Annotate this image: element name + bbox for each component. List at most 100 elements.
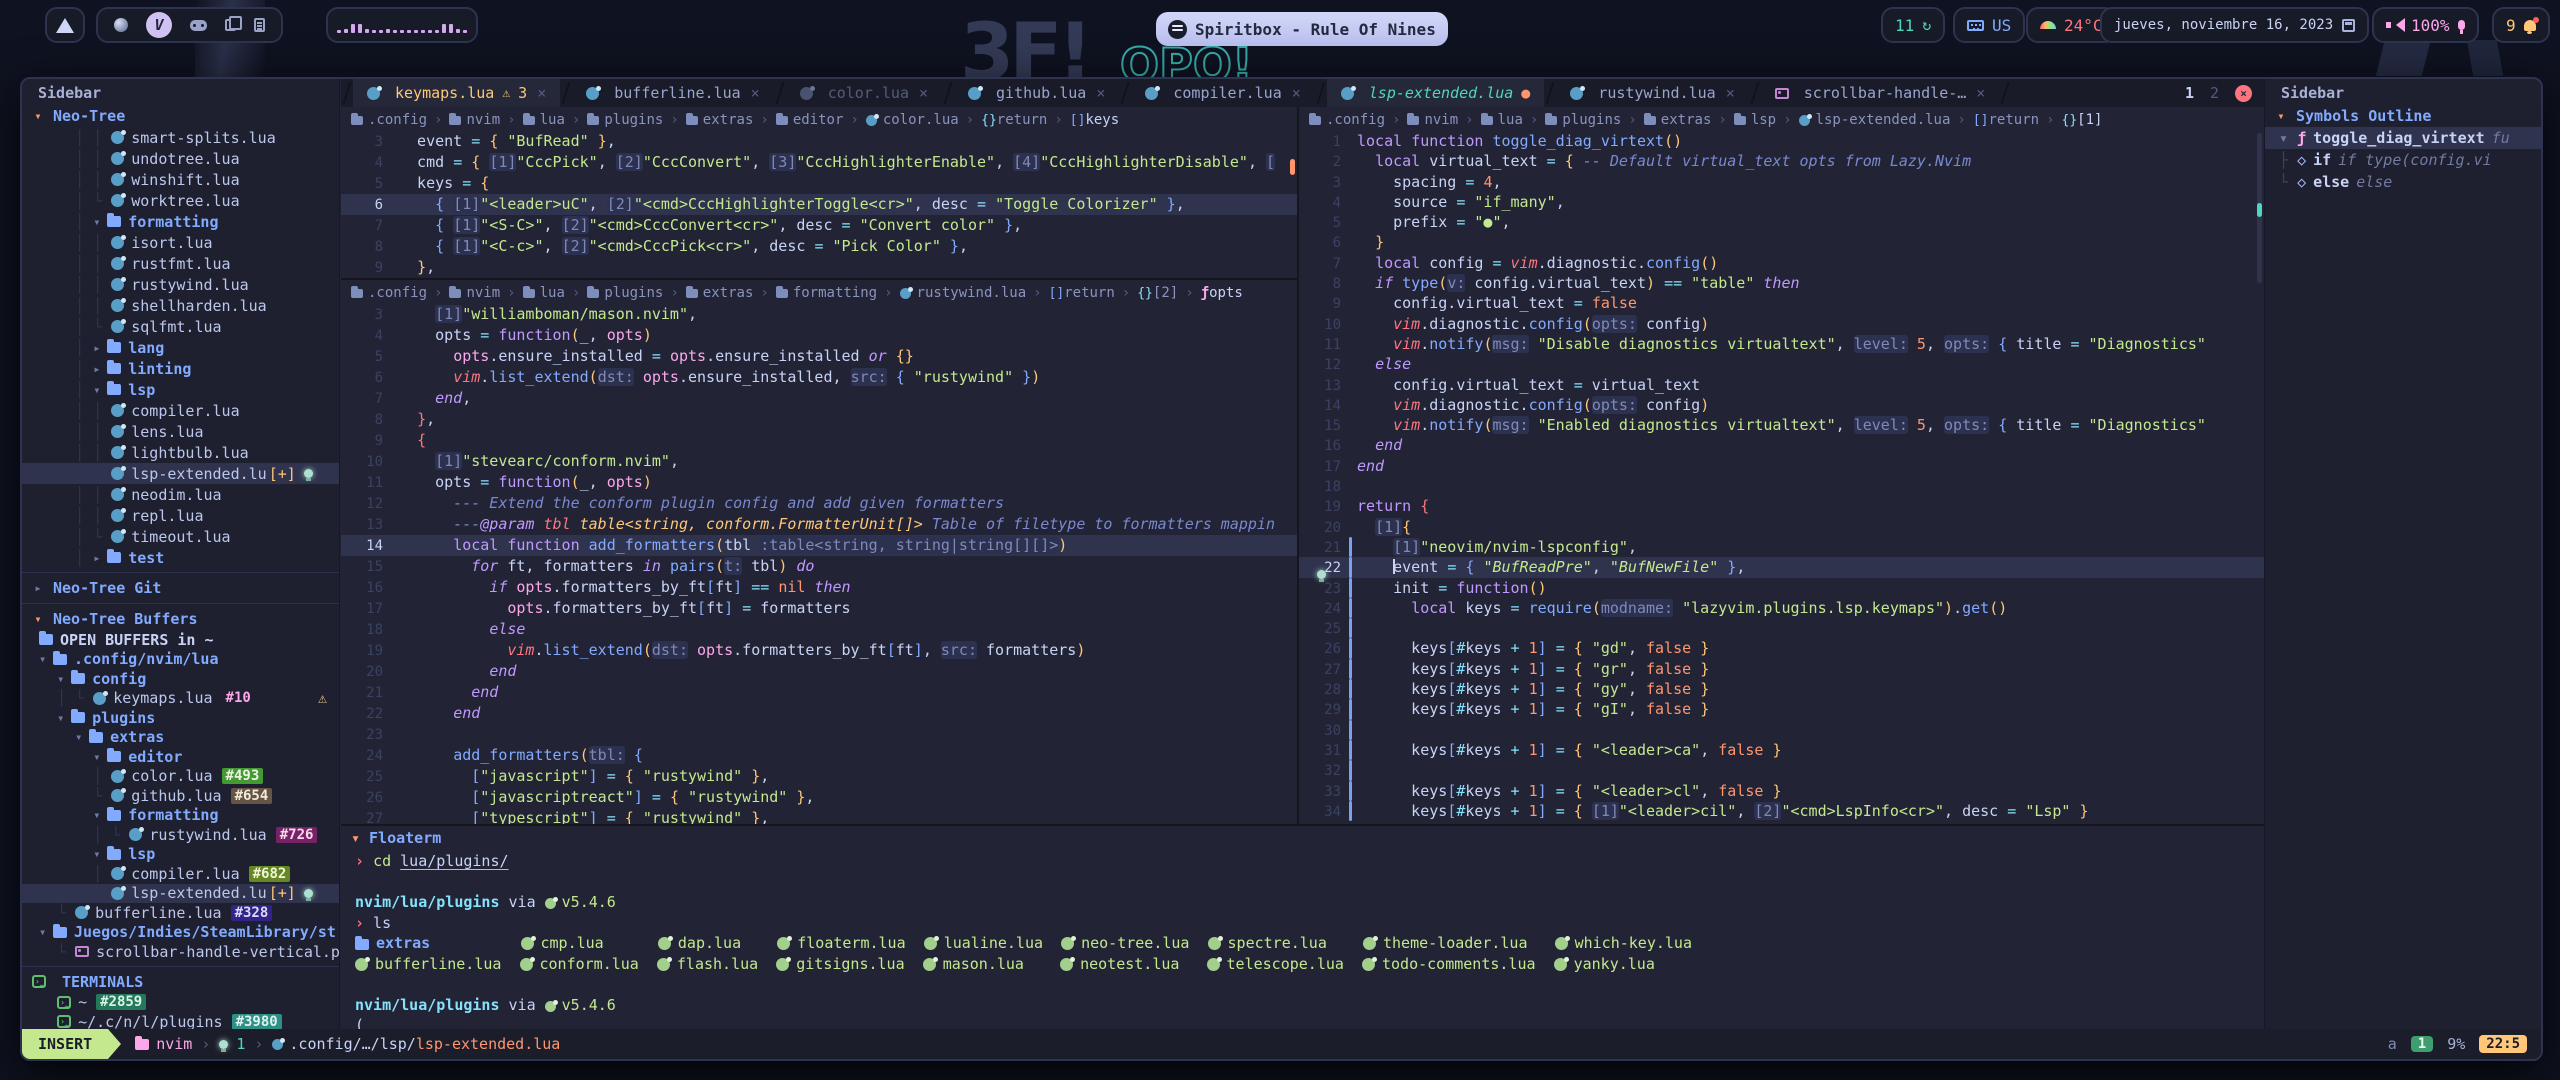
- section-header-neo-tree-buffers[interactable]: ▾Neo-Tree Buffers: [22, 608, 339, 630]
- breadcrumb-segment[interactable]: color.lua: [866, 112, 959, 128]
- code-line[interactable]: 21 [1]"neovim/nvim-lspconfig",: [1299, 537, 2264, 557]
- code-line[interactable]: 15 vim.notify(msg: "Enabled diagnostics …: [1299, 415, 2264, 435]
- tab-color-lua[interactable]: color.lua×: [786, 79, 942, 107]
- breadcrumb-segment[interactable]: .config: [351, 112, 427, 128]
- code-line[interactable]: 32: [1299, 760, 2264, 780]
- code-line[interactable]: 15 for ft, formatters in pairs(t: tbl) d…: [341, 556, 1297, 577]
- breadcrumb-segment[interactable]: nvim: [1407, 112, 1458, 128]
- symbol-item-else[interactable]: └ ◇elseelse: [2265, 171, 2541, 193]
- code-line[interactable]: 9 },: [341, 257, 1297, 278]
- code-line[interactable]: 19 vim.list_extend(dst: opts.formatters_…: [341, 640, 1297, 661]
- code-line[interactable]: 13 config.virtual_text = virtual_text: [1299, 375, 2264, 395]
- code-line[interactable]: 3 [1]"williamboman/mason.nvim",: [341, 304, 1297, 325]
- code-line[interactable]: 3 event = { "BufRead" },: [341, 131, 1297, 152]
- code-line[interactable]: 19return {: [1299, 496, 2264, 516]
- tree-dir-row[interactable]: ▾plugins: [22, 708, 339, 728]
- code-line[interactable]: 10 [1]"stevearc/conform.nvim",: [341, 451, 1297, 472]
- code-line[interactable]: 29 keys[#keys + 1] = { "gI", false }: [1299, 699, 2264, 719]
- tree-file-row[interactable]: │ └ rustywind.lua#726: [22, 825, 339, 845]
- tab-close-icon[interactable]: ×: [1096, 84, 1105, 102]
- code-line[interactable]: 20 end: [341, 661, 1297, 682]
- tree-file-row[interactable]: │ color.lua#493: [22, 767, 339, 787]
- breadcrumb-segment[interactable]: plugins: [587, 112, 663, 128]
- code-line[interactable]: 17end: [1299, 456, 2264, 476]
- keyboard-layout-widget[interactable]: US: [1953, 7, 2025, 43]
- tree-file-row[interactable]: │ │ lsp-extended.lu[+]: [22, 463, 339, 484]
- chevron-down-icon[interactable]: ▾: [351, 829, 360, 847]
- tree-file-row[interactable]: │ compiler.lua#682: [22, 864, 339, 884]
- tree-file-row[interactable]: │ └ timeout.lua: [22, 526, 339, 547]
- code-line[interactable]: 25 ["javascript"] = { "rustywind" },: [341, 766, 1297, 787]
- code-line[interactable]: 12 --- Extend the conform plugin config …: [341, 493, 1297, 514]
- breadcrumb-segment[interactable]: lua: [523, 285, 565, 301]
- breadcrumb-segment[interactable]: extras: [1644, 112, 1712, 128]
- code-line[interactable]: 6 }: [1299, 232, 2264, 252]
- code-line[interactable]: 20 [1]{: [1299, 517, 2264, 537]
- breadcrumb-segment[interactable]: rustywind.lua: [900, 285, 1027, 301]
- workspace-windows-icon[interactable]: [225, 19, 236, 31]
- workspace-vim-icon-active[interactable]: V: [146, 12, 172, 38]
- tree-file-row[interactable]: │ └ keymaps.lua#10⚠: [22, 689, 339, 709]
- code-line[interactable]: 23 init = function(): [1299, 578, 2264, 598]
- tree-file-row[interactable]: │ │ undotree.lua: [22, 148, 339, 169]
- code-line[interactable]: 28 keys[#keys + 1] = { "gy", false }: [1299, 679, 2264, 699]
- tree-file-row[interactable]: │ │ lightbulb.lua: [22, 442, 339, 463]
- code-line[interactable]: 8 },: [341, 409, 1297, 430]
- tree-file-row[interactable]: │ │ rustfmt.lua: [22, 253, 339, 274]
- code-line[interactable]: 34 keys[#keys + 1] = { [1]"<leader>cil",…: [1299, 801, 2264, 821]
- chevron-down-icon[interactable]: ▾: [2275, 109, 2287, 123]
- tab-close-icon[interactable]: ×: [1976, 84, 1985, 102]
- close-buffer-icon[interactable]: ×: [2235, 85, 2252, 102]
- tabpage-other[interactable]: 2: [2210, 84, 2219, 102]
- code-line[interactable]: 8 if type(v: config.virtual_text) == "ta…: [1299, 273, 2264, 293]
- symbol-item-if[interactable]: ├ ◇ifif type(config.vi: [2265, 149, 2541, 171]
- code-line[interactable]: 23: [341, 724, 1297, 745]
- section-header-neo-tree-git[interactable]: ▸Neo-Tree Git: [22, 577, 339, 599]
- code-line[interactable]: 2 local virtual_text = { -- Default virt…: [1299, 151, 2264, 171]
- code-line[interactable]: 5 keys = {: [341, 173, 1297, 194]
- code-line[interactable]: 3 spacing = 4,: [1299, 172, 2264, 192]
- code-line[interactable]: 13 ---@param tbl table<string, conform.F…: [341, 514, 1297, 535]
- code-line[interactable]: 18: [1299, 476, 2264, 496]
- tree-dir-row[interactable]: │ ▸lang: [22, 337, 339, 358]
- code-line[interactable]: 1local function toggle_diag_virtext(): [1299, 131, 2264, 151]
- symbol-item-toggle_diag_virtext[interactable]: ▾ ƒtoggle_diag_virtextfu: [2265, 127, 2541, 149]
- tree-dir-row[interactable]: │ ▾formatting: [22, 211, 339, 232]
- code-line[interactable]: 4 source = "if_many",: [1299, 192, 2264, 212]
- section-header-terminals[interactable]: TERMINALS: [22, 971, 339, 993]
- breadcrumb-segment[interactable]: plugins: [1545, 112, 1621, 128]
- breadcrumb-segment[interactable]: extras: [686, 285, 754, 301]
- breadcrumb-segment[interactable]: lsp-extended.lua: [1799, 112, 1951, 128]
- code-line[interactable]: 21 end: [341, 682, 1297, 703]
- tree-file-row[interactable]: │ │ repl.lua: [22, 505, 339, 526]
- tree-dir-row[interactable]: ▾extras: [22, 728, 339, 748]
- breadcrumb-segment[interactable]: lsp: [1734, 112, 1776, 128]
- breadcrumb-segment[interactable]: lua: [1481, 112, 1523, 128]
- terminal-output[interactable]: › cd lua/plugins/nvim/lua/plugins via v5…: [341, 850, 2264, 1037]
- code-line[interactable]: 11 vim.notify(msg: "Disable diagnostics …: [1299, 334, 2264, 354]
- code-line[interactable]: 16 end: [1299, 435, 2264, 455]
- tree-file-row[interactable]: │ └ worktree.lua: [22, 190, 339, 211]
- workspace-browser-icon[interactable]: [114, 18, 128, 32]
- tree-file-row[interactable]: │ │ winshift.lua: [22, 169, 339, 190]
- tab-scrollbar-handle-[interactable]: scrollbar-handle-…×: [1761, 79, 2000, 107]
- clock-widget[interactable]: jueves, noviembre 16, 2023: [2100, 7, 2369, 43]
- code-line[interactable]: 14 local function add_formatters(tbl :ta…: [341, 535, 1297, 556]
- tree-file-row[interactable]: ~#2859: [22, 993, 339, 1013]
- tabpage-current[interactable]: 1: [2185, 84, 2194, 102]
- breadcrumb-segment[interactable]: extras: [686, 112, 754, 128]
- breadcrumb-segment[interactable]: lua: [523, 112, 565, 128]
- code-line[interactable]: 7 local config = vim.diagnostic.config(): [1299, 253, 2264, 273]
- tree-file-row[interactable]: │ │ rustywind.lua: [22, 274, 339, 295]
- code-line[interactable]: 10 vim.diagnostic.config(opts: config): [1299, 314, 2264, 334]
- code-line[interactable]: 33 keys[#keys + 1] = { "<leader>cl", fal…: [1299, 781, 2264, 801]
- tab-close-icon[interactable]: ×: [751, 84, 760, 102]
- code-line[interactable]: 17 opts.formatters_by_ft[ft] = formatter…: [341, 598, 1297, 619]
- tree-file-row[interactable]: OPEN BUFFERS in ~: [22, 630, 339, 650]
- code-line[interactable]: 26 ["javascriptreact"] = { "rustywind" }…: [341, 787, 1297, 808]
- tree-dir-row[interactable]: │ ▸linting: [22, 358, 339, 379]
- tree-dir-row[interactable]: ▾editor: [22, 747, 339, 767]
- code-line[interactable]: 7 { [1]"<S-C>", [2]"<cmd>CccConvert<cr>"…: [341, 215, 1297, 236]
- code-line[interactable]: 8 { [1]"<C-c>", [2]"<cmd>CccPick<cr>", d…: [341, 236, 1297, 257]
- code-line[interactable]: 27 keys[#keys + 1] = { "gr", false }: [1299, 659, 2264, 679]
